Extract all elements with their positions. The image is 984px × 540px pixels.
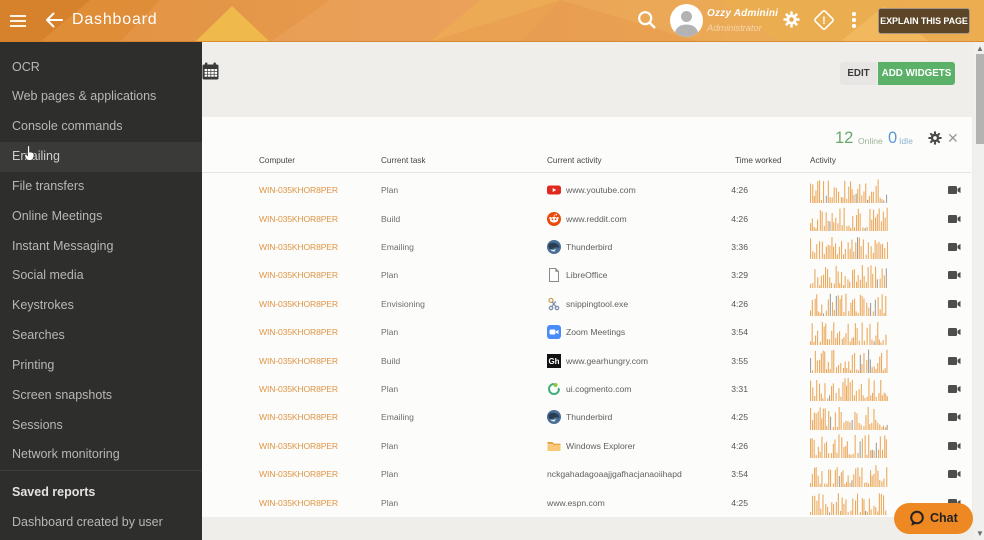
svg-text:Gh: Gh (548, 357, 559, 366)
svg-text:!: ! (822, 15, 826, 27)
